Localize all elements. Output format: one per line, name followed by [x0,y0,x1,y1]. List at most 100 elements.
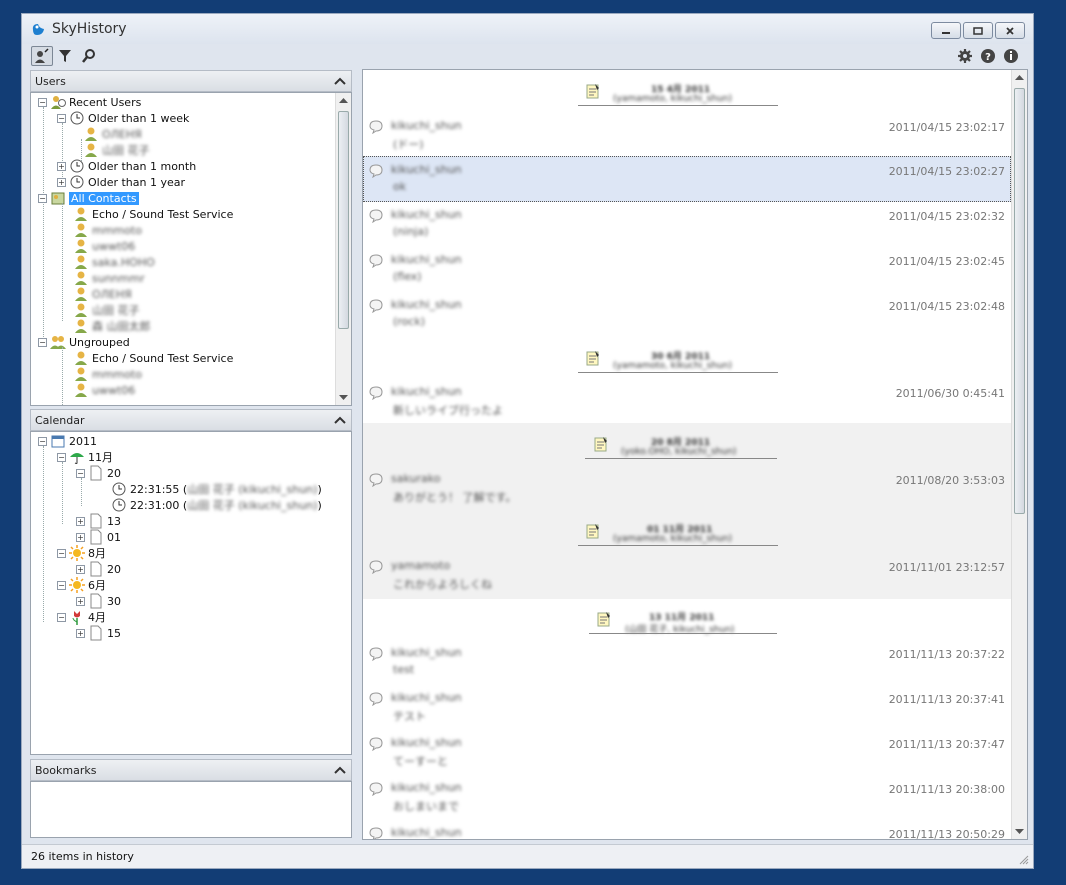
collapse-chevron-icon[interactable] [333,413,347,427]
calendar-day[interactable]: + 01 [76,529,121,545]
expand-toggle[interactable]: + [76,516,85,526]
close-button[interactable] [995,22,1025,39]
scroll-up-icon[interactable] [339,97,348,103]
calendar-panel-header[interactable]: Calendar [30,409,352,431]
users-view-button[interactable] [31,46,53,66]
bookmarks-panel-header[interactable]: Bookmarks [30,759,352,781]
calendar-day[interactable]: + 30 [76,593,121,609]
scroll-thumb[interactable] [1014,88,1025,514]
tree-contact[interactable]: Echo / Sound Test Service [73,350,233,366]
calendar-month-jun[interactable]: − 6月 [57,577,106,593]
message-row[interactable]: kikuchi_shun test 2011/11/13 20:37:22 [363,642,1011,687]
message-row-selected[interactable]: kikuchi_shun ok 2011/04/15 23:02:27 [363,159,1011,204]
scroll-down-icon[interactable] [1015,829,1024,835]
message-row[interactable]: kikuchi_shun 2011/11/13 20:50:29 [363,822,1011,839]
session-header[interactable]: 13 11月 2011 (山田 花子, kikuchi_shun) [363,602,1011,642]
calendar-day[interactable]: + 13 [76,513,121,529]
expand-toggle[interactable]: + [76,628,85,638]
tree-contact[interactable]: uwwt06 [73,238,135,254]
search-icon [82,49,95,63]
minimize-button[interactable] [931,22,961,39]
window-title: SkyHistory [52,21,127,37]
expand-toggle[interactable]: + [57,161,66,171]
calendar-month-nov[interactable]: − 11月 [57,449,113,465]
tree-contact[interactable]: 森 山田太郎 [73,318,151,334]
calendar-day[interactable]: − 20 [76,465,121,481]
tree-contact[interactable]: mmmoto [73,222,142,238]
collapse-toggle[interactable]: − [57,452,66,462]
tree-ungrouped[interactable]: − Ungrouped [38,334,130,350]
tree-contact[interactable]: sunnmmr [73,270,145,286]
note-icon [597,612,610,627]
collapse-toggle[interactable]: − [57,612,66,622]
scroll-up-icon[interactable] [1015,74,1024,80]
message-row[interactable]: kikuchi_shun (ドー) 2011/04/15 23:02:17 [363,115,1011,160]
note-icon [586,84,599,99]
tree-contact[interactable]: mmmoto [73,366,142,382]
settings-button[interactable] [954,46,976,66]
calendar-day[interactable]: + 15 [76,625,121,641]
tree-all-contacts[interactable]: − All Contacts [38,190,139,206]
title-bar[interactable]: SkyHistory [22,14,1033,44]
calendar-year[interactable]: − 2011 [38,433,97,449]
filter-button[interactable] [54,46,76,66]
tree-older-week[interactable]: − Older than 1 week [57,110,189,126]
tree-contact[interactable]: saka.HOHO [73,254,155,270]
user-icon [75,319,87,333]
calendar-day[interactable]: + 20 [76,561,121,577]
expand-toggle[interactable]: + [76,596,85,606]
users-panel-header[interactable]: Users [30,70,352,92]
message-row[interactable]: sakurako ありがとう！ 了解です。 2011/08/20 3:53:03 [363,468,1011,513]
collapse-toggle[interactable]: − [76,468,85,478]
search-button[interactable] [78,46,100,66]
tree-contact[interactable]: Echo / Sound Test Service [73,206,233,222]
tree-recent-users[interactable]: − Recent Users [38,94,141,110]
collapse-toggle[interactable]: − [57,113,66,123]
session-header[interactable]: 15 4月 2011 (yamamoto, kikuchi_shun) [363,74,1011,114]
collapse-toggle[interactable]: − [38,337,47,347]
tree-contact[interactable]: uwwt06 [73,382,135,398]
resize-grip-icon[interactable] [1019,855,1029,865]
message-row[interactable]: yamamoto これからよろしくね 2011/11/01 23:12:57 [363,555,1011,600]
expand-toggle[interactable]: + [76,532,85,542]
session-header[interactable]: 30 6月 2011 (yamamoto, kikuchi_shun) [363,341,1011,381]
calendar-session[interactable]: 22:31:55 (山田 花子 (kikuchi_shun)) [111,481,322,497]
message-row[interactable]: kikuchi_shun (flex) 2011/04/15 23:02:45 [363,249,1011,294]
tree-contact[interactable]: 山田 花子 [73,302,140,318]
scroll-down-icon[interactable] [339,395,348,401]
collapse-toggle[interactable]: − [38,97,47,107]
session-header[interactable]: 01 11月 2011 (yamamoto, kikuchi_shun) [363,514,1011,554]
scroll-thumb[interactable] [338,111,349,329]
users-scrollbar[interactable] [335,93,351,405]
maximize-button[interactable] [963,22,993,39]
session-header[interactable]: 20 8月 2011 (yoko.OHO, kikuchi_shun) [363,427,1011,467]
tree-older-month[interactable]: + Older than 1 month [57,158,196,174]
message-row[interactable]: kikuchi_shun (rock) 2011/04/15 23:02:48 [363,294,1011,339]
message-row[interactable]: kikuchi_shun てーすーと 2011/11/13 20:37:47 [363,732,1011,777]
contacts-book-icon [51,192,65,205]
tree-user[interactable]: 山田 花子 [83,142,150,158]
tree-user[interactable]: ОЛЕНЯ [83,126,142,142]
page-icon [90,529,102,545]
calendar-session[interactable]: 22:31:00 (山田 花子 (kikuchi_shun)) [111,497,322,513]
collapse-chevron-icon[interactable] [333,74,347,88]
message-row[interactable]: kikuchi_shun 新しいライブ行ったよ 2011/06/30 0:45:… [363,381,1011,426]
collapse-toggle[interactable]: − [38,193,47,203]
clock-icon [70,159,84,173]
help-button[interactable]: ? [977,46,999,66]
message-row[interactable]: kikuchi_shun (ninja) 2011/04/15 23:02:32 [363,204,1011,249]
collapse-toggle[interactable]: − [57,580,66,590]
chat-scrollbar[interactable] [1011,70,1027,839]
message-row[interactable]: kikuchi_shun おしまいまで 2011/11/13 20:38:00 [363,777,1011,822]
collapse-chevron-icon[interactable] [333,763,347,777]
tree-older-year[interactable]: + Older than 1 year [57,174,185,190]
calendar-month-aug[interactable]: − 8月 [57,545,106,561]
collapse-toggle[interactable]: − [38,436,47,446]
tree-contact[interactable]: ОЛЕНЯ [73,286,132,302]
calendar-month-apr[interactable]: − 4月 [57,609,106,625]
collapse-toggle[interactable]: − [57,548,66,558]
message-row[interactable]: kikuchi_shun テスト 2011/11/13 20:37:41 [363,687,1011,732]
expand-toggle[interactable]: + [57,177,66,187]
expand-toggle[interactable]: + [76,564,85,574]
info-button[interactable] [1000,46,1022,66]
